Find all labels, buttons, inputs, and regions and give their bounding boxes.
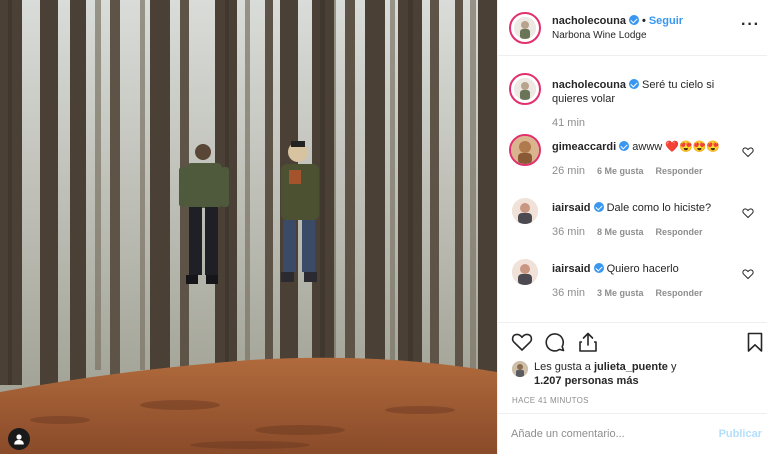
likes-count[interactable]: 1.207 personas más (534, 375, 639, 387)
post-side-panel: nacholecouna • Seguir Narbona Wine Lodge ·… (497, 0, 767, 454)
comment-time[interactable]: 26 min (552, 165, 585, 177)
author-username[interactable]: nacholecouna (552, 15, 626, 27)
bookmark-icon[interactable] (744, 331, 766, 353)
separator-dot: • (641, 15, 646, 27)
reply-button[interactable]: Responder (656, 166, 703, 176)
heart-icon[interactable] (511, 331, 533, 353)
comment-text: Quiero hacerlo (606, 263, 679, 275)
comment-likes[interactable]: 6 Me gusta (597, 166, 644, 176)
comment-username[interactable]: gimeaccardi (552, 141, 616, 153)
comment-text: Dale como lo hiciste? (606, 202, 712, 214)
comment-icon[interactable] (544, 331, 566, 353)
comment-text: awww ❤️😍😍😍 (632, 141, 721, 153)
post-photo[interactable] (0, 0, 497, 454)
verified-icon (628, 15, 639, 25)
verified-icon (628, 79, 639, 89)
comment-username[interactable]: iairsaid (552, 202, 591, 214)
publish-button[interactable]: Publicar (719, 428, 762, 440)
comments-list[interactable]: nacholecouna Seré tu cielo si quieres vo… (498, 57, 767, 322)
likes-conj: y (670, 361, 677, 373)
more-icon[interactable]: ··· (741, 16, 760, 34)
location-link[interactable]: Narbona Wine Lodge (552, 30, 647, 41)
liker-username[interactable]: julieta_puente (594, 361, 668, 373)
heart-icon[interactable] (742, 268, 754, 280)
comment-likes[interactable]: 8 Me gusta (597, 227, 644, 237)
comment-time[interactable]: 36 min (552, 226, 585, 238)
verified-icon (593, 263, 604, 273)
heart-icon[interactable] (742, 146, 754, 158)
post-header: nacholecouna • Seguir Narbona Wine Lodge ·… (498, 0, 767, 56)
post-time-ago[interactable]: HACE 41 MINUTOS (512, 396, 589, 405)
comment-username[interactable]: iairsaid (552, 263, 591, 275)
add-comment-bar: Publicar (498, 413, 767, 454)
liker-avatar[interactable] (512, 361, 528, 377)
user-tag-icon[interactable] (8, 428, 30, 450)
caption-avatar[interactable] (509, 73, 541, 105)
caption-time[interactable]: 41 min (552, 117, 585, 129)
forest-photo (0, 0, 497, 454)
likes-summary[interactable]: Les gusta a julieta_puente y 1.207 perso… (534, 360, 676, 388)
author-avatar[interactable] (509, 12, 541, 44)
follow-button[interactable]: Seguir (649, 15, 683, 27)
verified-icon (619, 141, 630, 151)
post-actions: Les gusta a julieta_puente y 1.207 perso… (498, 322, 767, 412)
comment-input[interactable] (511, 426, 701, 442)
heart-icon[interactable] (742, 207, 754, 219)
verified-icon (593, 202, 604, 212)
commenter-avatar[interactable] (509, 134, 541, 166)
comment-time[interactable]: 36 min (552, 287, 585, 299)
likes-prefix: Les gusta a (534, 361, 591, 373)
share-icon[interactable] (577, 331, 599, 353)
caption-username[interactable]: nacholecouna (552, 79, 626, 91)
reply-button[interactable]: Responder (656, 288, 703, 298)
reply-button[interactable]: Responder (656, 227, 703, 237)
comment-likes[interactable]: 3 Me gusta (597, 288, 644, 298)
commenter-avatar[interactable] (512, 198, 538, 224)
commenter-avatar[interactable] (512, 259, 538, 285)
